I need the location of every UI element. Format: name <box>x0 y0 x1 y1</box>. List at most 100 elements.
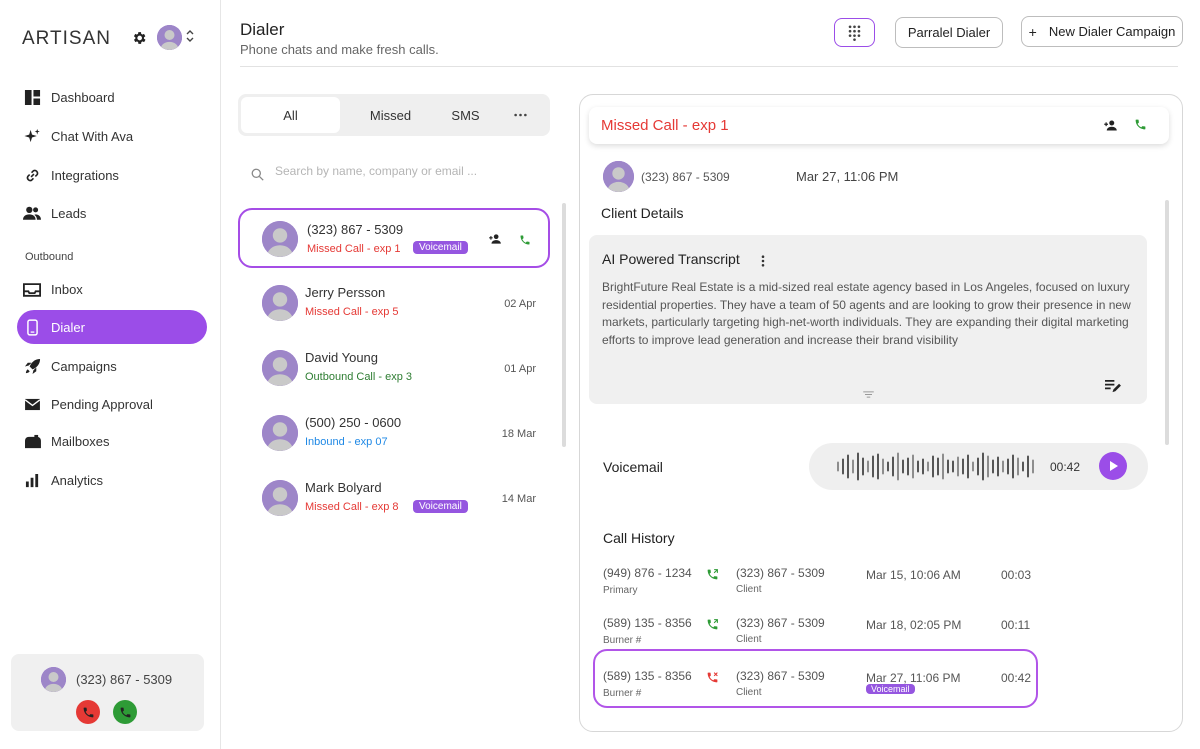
add-contact-icon[interactable] <box>488 232 502 251</box>
active-call-widget: (323) 867 - 5309 <box>11 654 204 731</box>
sidebar-item-label: Dialer <box>51 319 85 335</box>
sidebar-item-chat-with-ava[interactable]: Chat With Ava <box>17 119 207 153</box>
history-time: Mar 18, 02:05 PM <box>866 618 962 632</box>
sidebar-item-campaigns[interactable]: Campaigns <box>17 349 207 383</box>
contact-avatar <box>262 350 298 386</box>
contact-avatar <box>262 415 298 451</box>
waveform-bar <box>852 459 854 474</box>
page-title: Dialer <box>240 20 285 39</box>
answer-button[interactable] <box>113 700 137 724</box>
conversation-item[interactable]: David Young Outbound Call - exp 3 01 Apr <box>238 338 550 398</box>
waveform-bar <box>972 461 974 472</box>
voicemail-badge: Voicemail <box>413 241 468 254</box>
search-input[interactable] <box>275 164 545 178</box>
mail-icon <box>23 395 41 413</box>
sidebar-item-inbox[interactable]: Inbox <box>17 272 207 306</box>
dialpad-icon <box>848 24 861 41</box>
keypad-button[interactable] <box>834 18 875 47</box>
tab-missed[interactable]: Missed <box>353 97 428 133</box>
waveform-bar <box>897 452 899 481</box>
history-duration: 00:11 <box>1001 618 1031 632</box>
waveform-bar <box>837 461 839 472</box>
play-icon <box>1110 461 1118 471</box>
sidebar-item-analytics[interactable]: Analytics <box>17 463 207 497</box>
parallel-dialer-button[interactable]: Parralel Dialer <box>895 17 1003 48</box>
filter-icon[interactable] <box>863 385 875 398</box>
waveform-bar <box>892 456 894 477</box>
detail-panel <box>579 94 1183 732</box>
sidebar-item-mailboxes[interactable]: Mailboxes <box>17 424 207 458</box>
contact-avatar <box>262 480 298 516</box>
detail-caller-time: Mar 27, 11:06 PM <box>796 169 899 184</box>
play-button[interactable] <box>1099 452 1127 480</box>
voicemail-badge: Voicemail <box>413 500 468 513</box>
waveform-bar <box>917 460 919 473</box>
hangup-button[interactable] <box>76 700 100 724</box>
dashboard-icon <box>23 88 41 106</box>
history-from-number: (589) 135 - 8356 <box>603 616 692 630</box>
search-icon <box>251 168 264 181</box>
mailbox-icon <box>23 432 41 450</box>
waveform-bar <box>877 453 879 480</box>
waveform-bar <box>977 457 979 476</box>
phone-device-icon <box>23 318 41 336</box>
detail-scrollbar[interactable] <box>1165 200 1169 445</box>
contact-name: Jerry Persson <box>305 285 386 300</box>
waveform-bar <box>967 454 969 479</box>
chevron-updown-icon[interactable] <box>185 28 195 44</box>
waveform-bar <box>1002 460 1004 473</box>
call-status: Outbound Call - exp 3 <box>305 371 413 383</box>
sidebar: ARTISAN Dashboard Chat With Ava Integrat… <box>0 0 221 749</box>
waveform-bar <box>862 457 864 476</box>
waveform-bar <box>1032 459 1034 474</box>
conversation-item[interactable]: Mark Bolyard Missed Call - exp 8 Voicema… <box>238 468 550 528</box>
missed-call-icon <box>706 671 719 689</box>
call-status: Inbound - exp 07 <box>305 436 388 448</box>
new-dialer-campaign-button[interactable]: + New Dialer Campaign <box>1021 16 1183 47</box>
link-icon <box>23 166 41 184</box>
voicemail-heading: Voicemail <box>603 459 663 475</box>
sidebar-item-label: Leads <box>51 205 87 221</box>
tab-sms[interactable]: SMS <box>438 97 493 133</box>
sidebar-item-leads[interactable]: Leads <box>17 196 207 230</box>
voicemail-duration: 00:42 <box>1050 460 1081 474</box>
sidebar-item-integrations[interactable]: Integrations <box>17 158 207 192</box>
conversation-item[interactable]: (500) 250 - 0600 Inbound - exp 07 18 Mar <box>238 403 550 463</box>
edit-notes-icon[interactable] <box>1104 379 1122 395</box>
call-icon[interactable] <box>1134 118 1148 132</box>
tab-all[interactable]: All <box>241 97 340 133</box>
waveform-bar <box>842 458 844 475</box>
waveform-bar <box>982 452 984 481</box>
conversation-date: 02 Apr <box>504 298 536 310</box>
filter-tabs: All Missed SMS <box>238 94 550 136</box>
gear-icon[interactable] <box>131 30 147 46</box>
waveform-bar <box>1022 461 1024 472</box>
kebab-menu-icon[interactable] <box>761 254 767 267</box>
sidebar-item-label: Integrations <box>51 167 119 183</box>
sidebar-item-dashboard[interactable]: Dashboard <box>17 80 207 114</box>
history-from-label: Burner # <box>603 688 642 699</box>
people-icon <box>23 204 41 222</box>
conversation-item[interactable]: (323) 867 - 5309 Missed Call - exp 1 Voi… <box>238 208 550 268</box>
sidebar-item-label: Campaigns <box>51 358 117 374</box>
detail-title: Missed Call - exp 1 <box>601 117 729 134</box>
conversation-item[interactable]: Jerry Persson Missed Call - exp 5 02 Apr <box>238 273 550 333</box>
user-avatar[interactable] <box>157 25 182 50</box>
sidebar-item-pending-approval[interactable]: Pending Approval <box>17 387 207 421</box>
call-status: Missed Call - exp 8 <box>305 501 399 513</box>
call-icon[interactable] <box>519 233 531 251</box>
waveform-bar <box>907 457 909 476</box>
history-to-label: Client <box>736 584 762 595</box>
add-contact-icon[interactable] <box>1103 118 1119 134</box>
waveform-bar <box>1027 455 1029 478</box>
sidebar-item-label: Inbox <box>51 281 83 297</box>
history-duration: 00:03 <box>1001 568 1032 582</box>
waveform-icon[interactable] <box>835 451 1035 482</box>
inbox-icon <box>23 280 41 298</box>
waveform-bar <box>882 458 884 475</box>
transcript-heading: AI Powered Transcript <box>602 251 740 267</box>
list-scrollbar[interactable] <box>562 203 566 447</box>
sidebar-item-dialer[interactable]: Dialer <box>17 310 207 344</box>
more-options-icon[interactable] <box>503 97 538 133</box>
history-from-number: (589) 135 - 8356 <box>603 669 692 683</box>
